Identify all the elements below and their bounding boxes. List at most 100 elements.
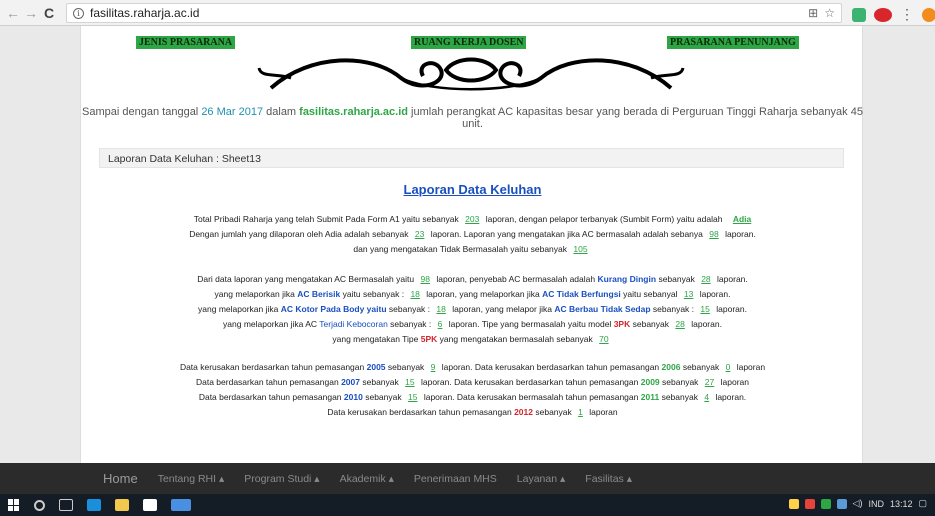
text: laporan, yang melaporkan jika — [426, 289, 540, 299]
count-link[interactable]: 0 — [722, 362, 735, 372]
text: sebanyak — [658, 274, 695, 284]
year-label: 2009 — [640, 377, 660, 387]
nav-label: Fasilitas — [585, 472, 624, 485]
tray-icon[interactable] — [836, 498, 847, 509]
bookmark-star-icon[interactable]: ☆ — [824, 6, 835, 20]
text: yang mengatakan Tipe — [332, 334, 419, 344]
count-link[interactable]: 98 — [416, 274, 433, 284]
info-icon[interactable]: i — [73, 7, 84, 19]
back-icon[interactable]: ← — [4, 5, 22, 21]
app-icon[interactable] — [143, 499, 157, 511]
extension-icon[interactable] — [852, 7, 866, 22]
nav-program-studi[interactable]: Program Studi ▴ — [244, 473, 319, 485]
intro-part: jumlah perangkat AC kapasitas besar yang… — [408, 106, 863, 130]
text: laporan. — [691, 319, 722, 329]
year-label: 2011 — [640, 392, 660, 402]
intro-site-link[interactable]: fasilitas.raharja.ac.id — [299, 106, 408, 118]
nav-tentang-rhi[interactable]: Tentang RHI ▴ — [158, 473, 225, 485]
text: Dari data laporan yang mengatakan AC Ber… — [197, 274, 415, 284]
top-reporter-link[interactable]: Adia — [725, 214, 751, 224]
notification-icon[interactable]: ▢ — [918, 498, 927, 509]
count-link[interactable]: 70 — [595, 334, 612, 344]
nav-label: Tentang RHI — [157, 472, 217, 485]
count-link[interactable]: 105 — [569, 244, 591, 254]
page-background: JENIS PRASARANA RUANG KERJA DOSEN PRASAR… — [0, 26, 935, 463]
tray-icon[interactable] — [820, 498, 831, 509]
text: yaitu sebanyal — [623, 289, 678, 299]
edge-icon[interactable] — [87, 499, 101, 511]
reload-icon[interactable]: C — [40, 5, 58, 21]
translate-icon[interactable]: ⊞ — [808, 6, 818, 20]
intro-date: 26 Mar 2017 — [201, 106, 264, 118]
count-link[interactable]: 1 — [574, 407, 587, 417]
volume-icon[interactable]: ◁) — [853, 498, 863, 509]
count-link[interactable]: 15 — [696, 304, 713, 314]
tray-icon[interactable] — [804, 498, 815, 509]
search-icon[interactable] — [34, 499, 45, 511]
category-label: Kurang Dingin — [597, 274, 657, 284]
count-link[interactable]: 18 — [406, 289, 423, 299]
label-jenis-prasarana[interactable]: JENIS PRASARANA — [136, 36, 236, 49]
nav-home[interactable]: Home — [103, 471, 138, 486]
count-link[interactable]: 13 — [680, 289, 697, 299]
file-explorer-icon[interactable] — [115, 499, 129, 511]
text: Data berdasarkan tahun pemasangan — [198, 392, 342, 402]
text: sebanyak : — [652, 304, 695, 314]
category-label: Terjadi Kebocoran — [319, 319, 388, 329]
text: dan yang mengatakan Tidak Bermasalah yai… — [353, 244, 568, 254]
text: Data kerusakan berdasarkan tahun pemasan… — [179, 362, 365, 372]
text: sebanyak — [535, 407, 572, 417]
nav-layanan[interactable]: Layanan ▴ — [517, 473, 566, 485]
address-bar[interactable]: i fasilitas.raharja.ac.id ⊞ ☆ — [66, 3, 842, 23]
count-link[interactable]: 18 — [432, 304, 449, 314]
nav-akademik[interactable]: Akademik ▴ — [340, 473, 394, 485]
text: laporan, penyebab AC bermasalah adalah — [436, 274, 596, 284]
profile-icon[interactable] — [922, 7, 935, 22]
intro-part: dalam — [263, 106, 300, 118]
clock[interactable]: 13:12 — [890, 499, 913, 509]
text: yang melaporkan jika — [198, 304, 279, 314]
language-indicator[interactable]: IND — [868, 499, 884, 509]
count-link[interactable]: 15 — [401, 377, 418, 387]
text: laporan. Data kerusakan bermasalah tahun… — [423, 392, 639, 402]
text: laporan. Tipe yang bermasalah yaitu mode… — [448, 319, 612, 329]
text: sebanyak — [387, 362, 425, 372]
category-label: AC Berisik — [297, 289, 341, 299]
count-link[interactable]: 9 — [427, 362, 440, 372]
nav-label: Layanan — [516, 472, 558, 485]
count-link[interactable]: 98 — [705, 229, 722, 239]
count-link[interactable]: 23 — [411, 229, 428, 239]
year-label: 2012 — [514, 407, 533, 417]
count-link[interactable]: 4 — [700, 392, 713, 402]
text: sebanyak — [365, 392, 402, 402]
browser-toolbar: ← → C i fasilitas.raharja.ac.id ⊞ ☆ ⋮ — [0, 0, 935, 26]
report-title[interactable]: Laporan Data Keluhan — [81, 182, 864, 197]
task-view-icon[interactable] — [59, 499, 73, 511]
count-link[interactable]: 28 — [697, 274, 714, 284]
year-label: 2005 — [366, 362, 386, 372]
windows-start-icon[interactable] — [8, 499, 20, 511]
section-header: Laporan Data Keluhan : Sheet13 — [99, 148, 844, 168]
text: laporan, dengan pelapor terbanyak (Sumbi… — [485, 214, 723, 224]
count-link[interactable]: 203 — [461, 214, 483, 224]
menu-dots-icon[interactable]: ⋮ — [900, 6, 914, 23]
category-label: AC Berbau Tidak Sedap — [554, 304, 651, 314]
forward-icon[interactable]: → — [22, 5, 40, 21]
count-link[interactable]: 6 — [434, 319, 447, 329]
adblock-icon[interactable] — [874, 7, 892, 22]
text: sebanyak — [682, 362, 720, 372]
tray-icon[interactable] — [788, 498, 799, 509]
nav-label: Akademik — [339, 472, 386, 485]
nav-penerimaan-mhs[interactable]: Penerimaan MHS — [414, 473, 497, 485]
text: sebanyak — [662, 377, 699, 387]
count-link[interactable]: 15 — [404, 392, 421, 402]
text: laporan — [589, 407, 618, 417]
text: Data kerusakan berdasarkan tahun pemasan… — [327, 407, 512, 417]
text: sebanyak — [661, 392, 698, 402]
nav-fasilitas[interactable]: Fasilitas ▴ — [585, 473, 632, 485]
count-link[interactable]: 28 — [671, 319, 688, 329]
count-link[interactable]: 27 — [701, 377, 718, 387]
problem-paragraph: Dari data laporan yang mengatakan AC Ber… — [81, 272, 864, 347]
text: yang mengatakan bermasalah sebanyak — [439, 334, 593, 344]
chrome-taskbar-icon[interactable] — [171, 499, 191, 511]
